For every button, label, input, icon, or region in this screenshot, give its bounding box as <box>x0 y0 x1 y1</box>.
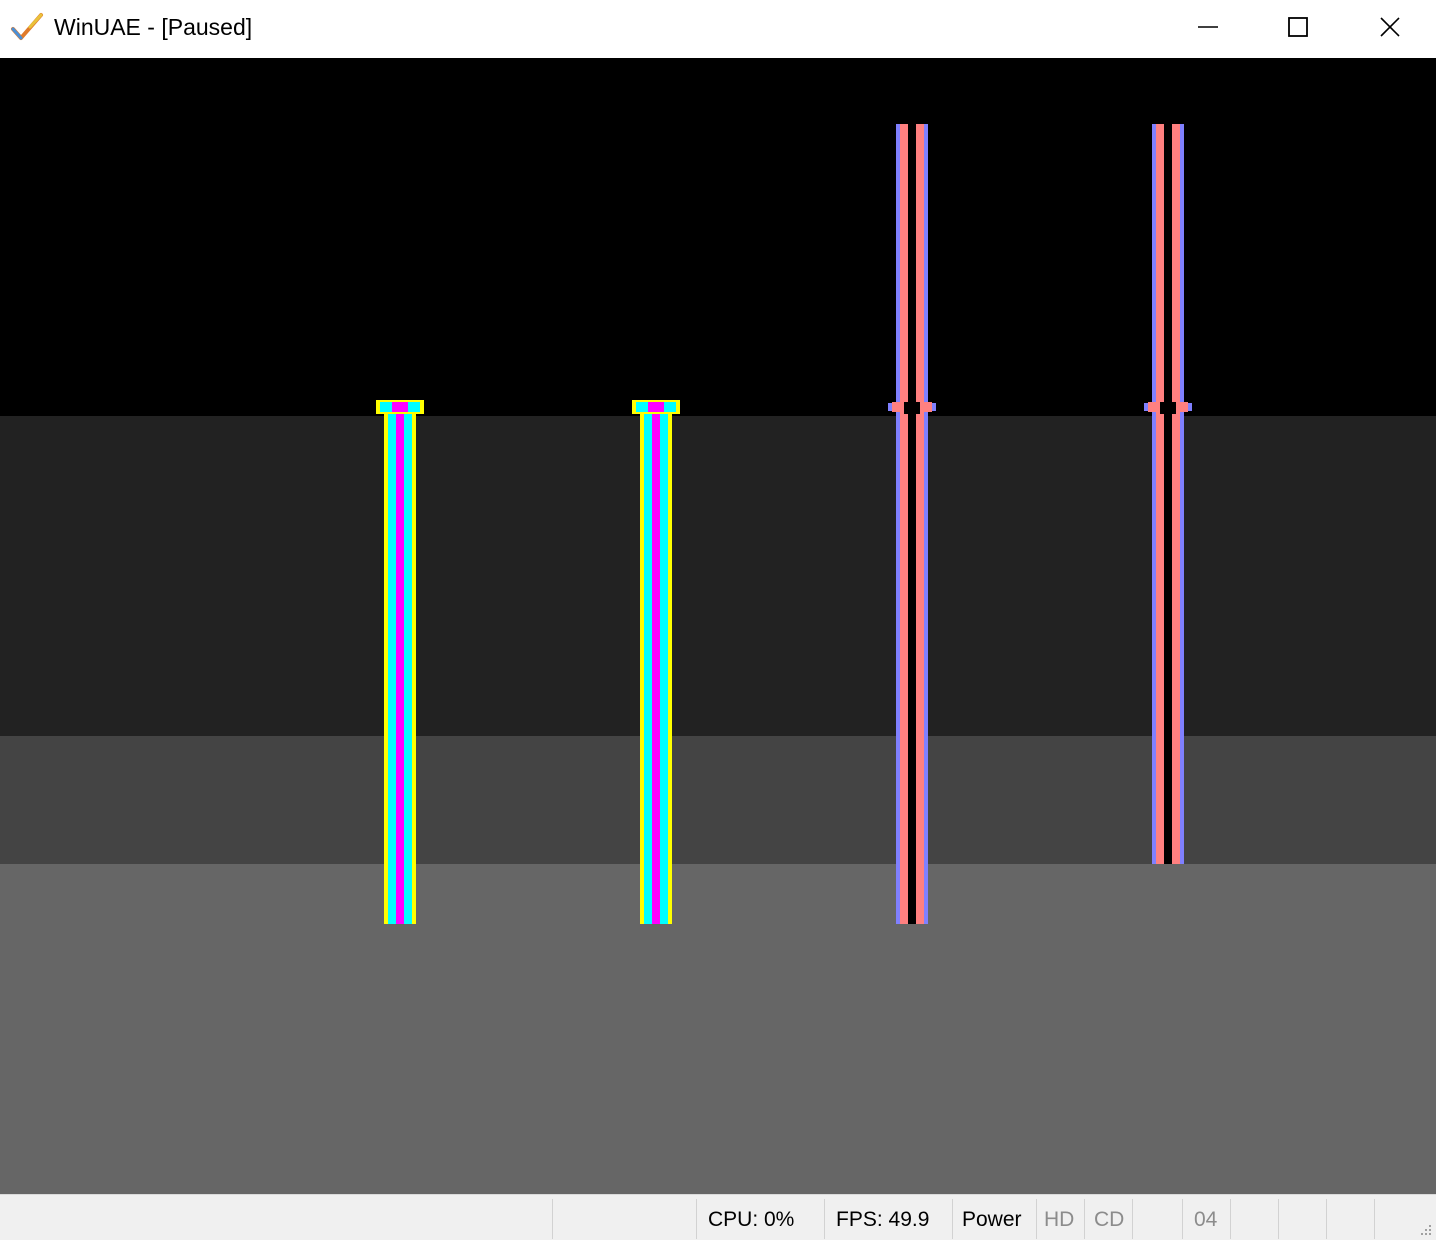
display-band-light-gray <box>0 864 1436 1194</box>
pillar-stripe <box>660 408 668 924</box>
status-divider <box>1374 1199 1375 1239</box>
minimize-button[interactable] <box>1162 0 1254 54</box>
status-divider <box>1036 1199 1037 1239</box>
cpu-indicator: CPU: 0% <box>708 1208 795 1231</box>
pillar-cap-center <box>1160 402 1176 414</box>
pillar-1 <box>376 400 424 924</box>
pillar-cap-center <box>904 402 920 414</box>
resize-grip-icon[interactable] <box>1418 1222 1432 1236</box>
hd-indicator[interactable]: HD <box>1044 1207 1074 1233</box>
power-indicator[interactable]: Power <box>962 1207 1022 1233</box>
close-icon <box>1380 17 1400 37</box>
pillar-stripe <box>644 408 652 924</box>
status-divider <box>696 1199 697 1239</box>
status-divider <box>1326 1199 1327 1239</box>
status-divider <box>1132 1199 1133 1239</box>
status-divider <box>1182 1199 1183 1239</box>
pillar-stripe <box>396 408 404 924</box>
pillar-stripe <box>404 408 412 924</box>
pillar-4 <box>1144 124 1192 864</box>
close-button[interactable] <box>1344 0 1436 54</box>
pillar-stripe <box>900 124 908 924</box>
drive-indicator[interactable]: 04 <box>1194 1207 1217 1233</box>
fps-indicator: FPS: 49.9 <box>836 1208 930 1231</box>
pillar-2 <box>632 400 680 924</box>
pillar-stripe <box>388 408 396 924</box>
maximize-button[interactable] <box>1252 0 1344 54</box>
status-bar: CPU: 0% FPS: 49.9 Power HD CD 04 <box>0 1194 1436 1240</box>
cd-indicator[interactable]: CD <box>1094 1207 1124 1233</box>
pillar-stripe <box>1164 124 1172 864</box>
pillar-stripe <box>1180 124 1184 864</box>
pillar-stripe <box>924 124 928 924</box>
status-divider <box>1084 1199 1085 1239</box>
status-divider <box>1278 1199 1279 1239</box>
status-divider <box>1230 1199 1231 1239</box>
pillar-stripe <box>652 408 660 924</box>
winuae-checkmark-icon <box>11 13 43 40</box>
pillar-cap-center <box>648 402 664 412</box>
title-bar[interactable]: WinUAE - [Paused] <box>0 0 1436 58</box>
status-divider <box>824 1199 825 1239</box>
pillar-3 <box>888 124 936 924</box>
emulator-display[interactable] <box>0 58 1436 1194</box>
pillar-stripe <box>412 408 416 924</box>
display-band-black <box>0 58 1436 416</box>
display-band-mid-gray <box>0 736 1436 864</box>
pillar-stripe <box>908 124 916 924</box>
pillar-stripe <box>1156 124 1164 864</box>
display-band-dark-gray <box>0 416 1436 736</box>
window-title: WinUAE - [Paused] <box>54 14 253 40</box>
maximize-icon <box>1288 17 1308 37</box>
pillar-stripe <box>916 124 924 924</box>
pillar-cap-center <box>392 402 408 412</box>
status-divider <box>952 1199 953 1239</box>
winuae-window: WinUAE - [Paused] CPU: 0% FPS: 49.9 Powe… <box>0 0 1436 1240</box>
pillar-stripe <box>1172 124 1180 864</box>
status-divider <box>552 1199 553 1239</box>
pillar-stripe <box>668 408 672 924</box>
minimize-icon <box>1198 26 1218 28</box>
